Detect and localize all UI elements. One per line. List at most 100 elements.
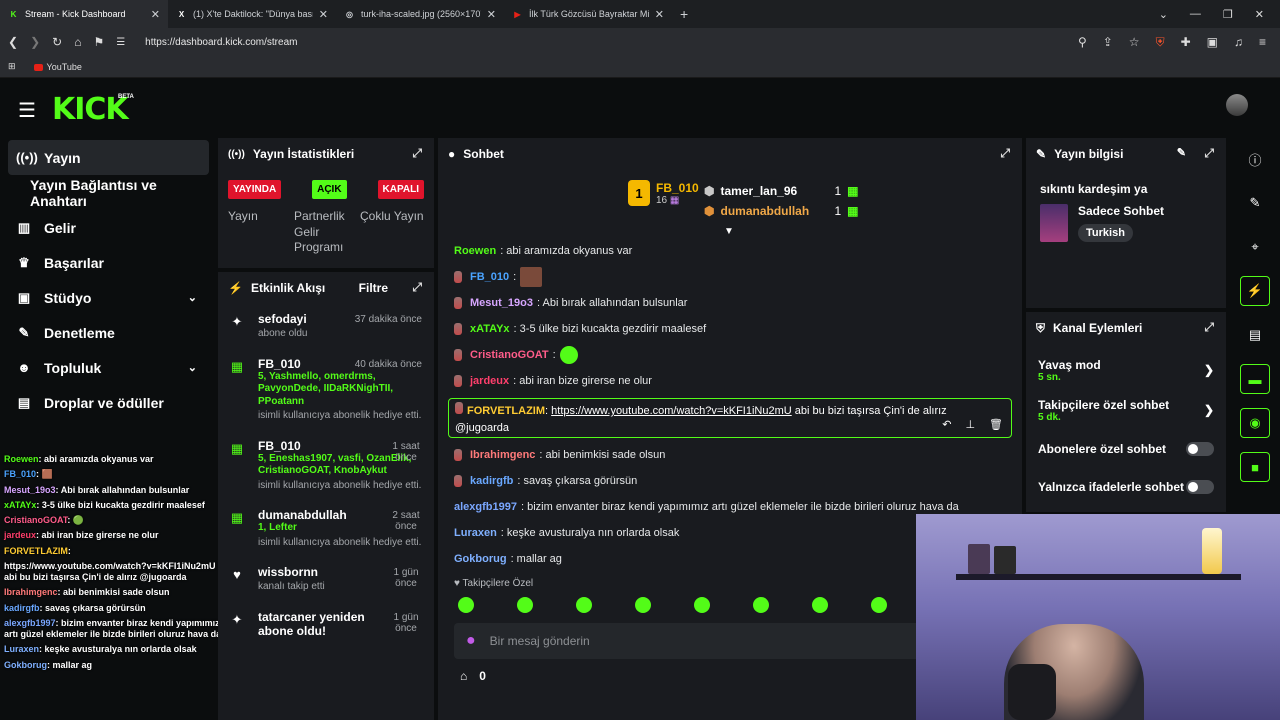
activity-item[interactable]: ♥ wissbornn kanalı takip etti 1 gün önce (218, 557, 434, 602)
chat-message[interactable]: Ibrahimgenc: abi benimkisi sade olsun (438, 442, 1022, 468)
slow-mode-row[interactable]: Yavaş mod 5 sn. ❯ (1026, 350, 1226, 390)
chat-message[interactable]: xATAYx: 3-5 ülke bizi kucakta gezdirir m… (438, 316, 1022, 342)
browser-tab[interactable]: ▶ İlk Türk Gözcüsü Bayraktar Mini İHA ✕ (504, 0, 672, 28)
sidebar-item[interactable]: ▥ Gelir (0, 210, 215, 245)
leader-third[interactable]: ⬢ dumanabdullah 1 ▦ (704, 204, 859, 218)
close-tab-icon[interactable]: ✕ (655, 8, 664, 21)
camera-scan-icon[interactable]: ⌖ (1240, 232, 1270, 262)
emote-icon[interactable] (576, 597, 592, 613)
chevron-down-icon[interactable]: ⌄ (188, 361, 197, 374)
bookmark-youtube[interactable]: YouTube (33, 62, 82, 72)
followers-chat-row[interactable]: Takipçilere özel sohbet 5 dk. ❯ (1026, 390, 1226, 430)
apps-grid-icon[interactable]: ⊞ (8, 61, 16, 72)
chat-username[interactable]: Ibrahimgenc (470, 449, 535, 461)
chat-message[interactable]: Roewen: abi aramızda okyanus var (438, 238, 1022, 264)
emote-chat-toggle[interactable] (1186, 480, 1214, 494)
sidebar-item[interactable]: ▤ Droplar ve ödüller (0, 385, 215, 420)
edit-icon[interactable]: ✎ (1177, 146, 1186, 159)
emote-icon[interactable] (458, 597, 474, 613)
chat-message[interactable]: jardeux: abi iran bize girerse ne olur (438, 368, 1022, 394)
expand-icon[interactable]: ⤢ (1204, 146, 1214, 161)
chat-username[interactable]: Gokborug (454, 553, 507, 565)
chat-username[interactable]: Roewen (454, 245, 496, 257)
pin-icon[interactable]: ⊥ (965, 417, 975, 434)
chat-message-highlighted[interactable]: FORVETLAZIM: https://www.youtube.com/wat… (448, 398, 1012, 438)
chat-username[interactable]: xATAYx (470, 323, 510, 335)
emote-icon[interactable] (812, 597, 828, 613)
mic-icon[interactable]: ● (466, 632, 476, 650)
sidebar-item[interactable]: ((•)) Yayın (8, 140, 209, 175)
forward-icon[interactable]: ❯ (30, 35, 40, 49)
home-icon[interactable]: ⌂ (74, 35, 81, 49)
activity-item[interactable]: ▦ FB_010 5, Eneshas1907, vasfi, OzanElik, … (218, 431, 434, 501)
extensions-icon[interactable]: ✚ (1181, 35, 1191, 49)
info-icon[interactable]: ⓘ (1240, 144, 1270, 174)
emote-icon[interactable] (517, 597, 533, 613)
brave-shield-icon[interactable]: ⛨ (1156, 35, 1165, 50)
menu-toggle-icon[interactable]: ☰ (18, 98, 36, 123)
chat-username[interactable]: CristianoGOAT (470, 349, 549, 361)
broadcast-icon[interactable]: ◉ (1240, 408, 1270, 438)
chat-link[interactable]: https://www.youtube.com/watch?v=kKFI1iNu… (551, 405, 792, 417)
bookmark-icon[interactable]: ⚑ (93, 35, 104, 49)
minimize-icon[interactable]: — (1190, 8, 1201, 20)
sidebar-item[interactable]: ♛ Başarılar (0, 245, 215, 280)
emote-icon[interactable] (753, 597, 769, 613)
chat-username[interactable]: jardeux (470, 375, 509, 387)
new-tab-icon[interactable]: + (680, 6, 688, 22)
chat-message[interactable]: FB_010: (438, 264, 1022, 290)
expand-icon[interactable]: ⤢ (1204, 320, 1214, 335)
browser-tab[interactable]: ◎ turk-iha-scaled.jpg (2560×1707) ✕ (336, 0, 504, 28)
subs-chat-toggle[interactable] (1186, 442, 1214, 456)
chat-mention[interactable]: @jugoarda (455, 422, 509, 434)
back-icon[interactable]: ❮ (8, 35, 18, 49)
sidebar-item[interactable]: Yayın Bağlantısı ve Anahtarı (0, 175, 215, 210)
reply-icon[interactable]: ↶ (942, 417, 951, 434)
media-icon[interactable]: ♫ (1234, 35, 1243, 49)
sidebar-item[interactable]: ▣ Stüdyo ⌄ (0, 280, 215, 315)
close-tab-icon[interactable]: ✕ (487, 8, 496, 21)
chevron-down-icon[interactable]: ⌄ (188, 291, 197, 304)
leader-first[interactable]: 1 FB_010 16 ▦ (628, 180, 699, 206)
zoom-icon[interactable]: ⚲ (1078, 35, 1087, 49)
filter-button[interactable]: Filtre (359, 281, 388, 295)
browser-tab[interactable]: X (1) X'te Daktilock: "Dünya basını, Türk… (168, 0, 336, 28)
chat-username[interactable]: Mesut_19o3 (470, 297, 533, 309)
lightning-icon[interactable]: ⚡ (1240, 276, 1270, 306)
star-icon[interactable]: ☆ (1129, 35, 1140, 49)
pencil-icon[interactable]: ✎ (1240, 188, 1270, 218)
activity-item[interactable]: ▦ FB_010 5, Yashmello, omerdrms, PavyonDed… (218, 349, 434, 431)
share-icon[interactable]: ⇪ (1103, 35, 1113, 49)
emote-icon[interactable] (635, 597, 651, 613)
emote-icon[interactable] (694, 597, 710, 613)
chat-username[interactable]: alexgfb1997 (454, 501, 517, 513)
emote-icon[interactable] (871, 597, 887, 613)
menu-icon[interactable]: ≡ (1259, 35, 1266, 49)
expand-icon[interactable]: ⤢ (1000, 146, 1010, 161)
video-icon[interactable]: ■ (1240, 452, 1270, 482)
chat-message[interactable]: kadirgfb: savaş çıkarsa görürsün (438, 468, 1022, 494)
activity-item[interactable]: ▦ dumanabdullah 1, Lefter isimli kullanıcıy… (218, 500, 434, 557)
site-settings-icon[interactable]: ☰ (116, 37, 125, 48)
chat-username[interactable]: Luraxen (454, 527, 497, 539)
activity-item[interactable]: ✦ sefodayi abone oldu 37 dakika önce (218, 304, 434, 349)
tab-search-icon[interactable]: ⌄ (1159, 8, 1168, 21)
reload-icon[interactable]: ↻ (52, 35, 62, 49)
sidebar-item[interactable]: ✎ Denetleme (0, 315, 215, 350)
chat-message[interactable]: Mesut_19o3: Abi bırak allahından bulsunl… (438, 290, 1022, 316)
chat-icon[interactable]: ▬ (1240, 364, 1270, 394)
chat-username[interactable]: FB_010 (470, 271, 509, 283)
expand-icon[interactable]: ⤢ (412, 280, 422, 295)
leader-second[interactable]: ⬢ tamer_lan_96 1 ▦ (704, 184, 859, 198)
kick-logo[interactable]: KICK (52, 92, 129, 127)
list-icon[interactable]: ▤ (1240, 320, 1270, 350)
chat-username[interactable]: kadirgfb (470, 475, 513, 487)
pinned-toggle-icon[interactable]: ▼ (724, 226, 734, 237)
chat-message[interactable]: CristianoGOAT: (438, 342, 1022, 368)
user-avatar[interactable] (1226, 94, 1248, 116)
maximize-icon[interactable]: ❐ (1223, 8, 1233, 21)
close-tab-icon[interactable]: ✕ (151, 8, 160, 21)
trash-icon[interactable]: 🗑 (989, 417, 1003, 434)
close-tab-icon[interactable]: ✕ (319, 8, 328, 21)
expand-icon[interactable]: ⤢ (412, 146, 422, 161)
